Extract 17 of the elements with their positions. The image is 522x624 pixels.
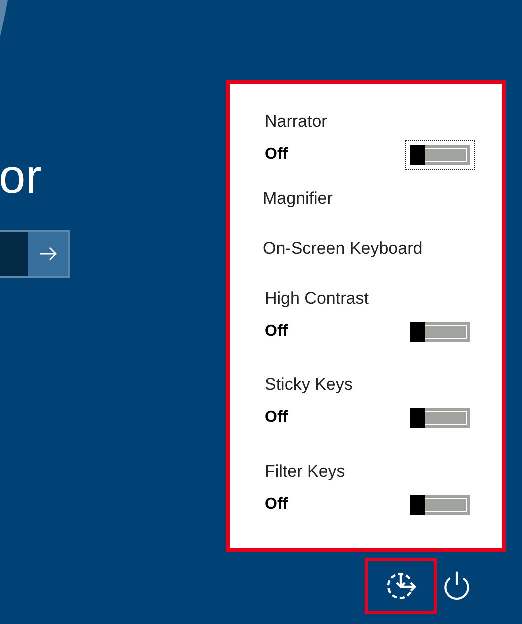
option-item[interactable]: Magnifier xyxy=(263,188,333,208)
state-label: Off xyxy=(265,146,290,164)
toggle-switch[interactable] xyxy=(410,322,470,342)
state-label: Off xyxy=(265,322,290,340)
option-label: Narrator xyxy=(265,112,328,132)
option-label: High Contrast xyxy=(265,288,370,308)
option-item[interactable]: On-Screen Keyboard xyxy=(263,238,423,258)
option-label: Filter Keys xyxy=(265,462,346,482)
user-tile xyxy=(0,0,10,38)
state-label: Off xyxy=(265,409,290,427)
user-name: or xyxy=(0,152,42,204)
toggle-switch[interactable] xyxy=(410,494,470,514)
toggle-switch[interactable] xyxy=(410,145,470,165)
toggle-switch[interactable] xyxy=(410,408,470,428)
ease-of-access-button[interactable] xyxy=(365,558,437,614)
option-label: Sticky Keys xyxy=(265,375,354,395)
state-label: Off xyxy=(265,496,290,514)
